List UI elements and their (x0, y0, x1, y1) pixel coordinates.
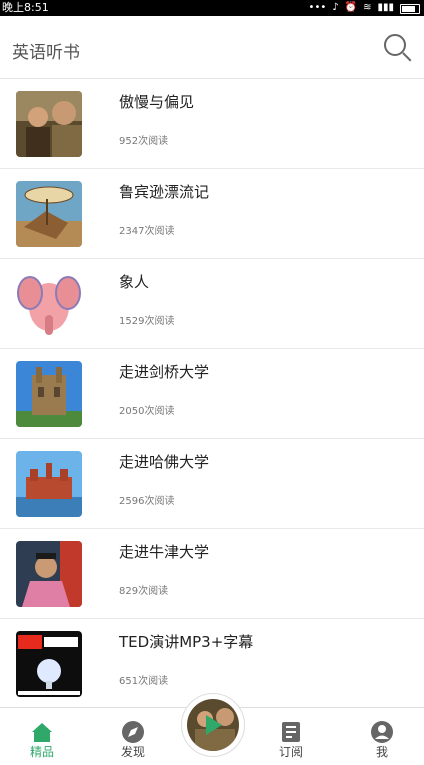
book-thumbnail (16, 361, 82, 427)
battery-icon (400, 4, 420, 14)
tab-label: 发现 (120, 745, 145, 759)
book-title: 走进牛津大学 (119, 543, 210, 561)
book-thumbnail (16, 91, 82, 157)
status-bar: 晚上8:51 ••• ♪ ⏰ ≋ ▮▮▮ (0, 0, 424, 16)
user-icon (371, 721, 393, 743)
subscribe-icon (282, 722, 300, 742)
signal-icon: ▮▮▮ (377, 2, 394, 13)
app-header: 英语听书 (0, 16, 424, 79)
list-item[interactable]: 走进哈佛大学 2596次阅读 (0, 439, 424, 529)
read-count: 2347次阅读 (119, 226, 175, 237)
list-item[interactable]: 走进牛津大学 829次阅读 (0, 529, 424, 619)
book-title: 走进剑桥大学 (119, 363, 210, 381)
status-icons: ••• ♪ ⏰ ≋ ▮▮▮ (309, 0, 420, 16)
more-dots-icon: ••• (308, 2, 327, 13)
book-thumbnail (16, 271, 82, 337)
list-item[interactable]: 象人 1529次阅读 (0, 259, 424, 349)
wifi-icon: ≋ (363, 2, 372, 13)
status-time: 晚上8:51 (2, 1, 49, 14)
list-item[interactable]: 走进剑桥大学 2050次阅读 (0, 349, 424, 439)
play-icon (206, 715, 222, 735)
book-thumbnail (16, 631, 82, 697)
book-list: 傲慢与偏见 952次阅读 鲁宾逊漂流记 2347次阅读 象人 1529次阅读 走… (0, 79, 424, 708)
read-count: 1529次阅读 (119, 316, 175, 327)
book-title: 鲁宾逊漂流记 (119, 183, 210, 201)
tab-label: 订阅 (278, 745, 303, 759)
book-title: TED演讲MP3+字幕 (119, 633, 254, 651)
tab-subscribe[interactable]: 订阅 (249, 708, 333, 765)
mute-icon: ♪ (332, 2, 339, 13)
read-count: 829次阅读 (119, 586, 169, 597)
tab-label: 精品 (29, 745, 54, 759)
book-thumbnail (16, 181, 82, 247)
book-title: 傲慢与偏见 (119, 93, 195, 111)
read-count: 952次阅读 (119, 136, 169, 147)
now-playing-button[interactable] (181, 693, 245, 757)
compass-icon (122, 721, 144, 743)
book-title: 走进哈佛大学 (119, 453, 210, 471)
search-icon[interactable] (384, 34, 412, 62)
book-title: 象人 (119, 273, 150, 291)
read-count: 2050次阅读 (119, 406, 175, 417)
tab-featured[interactable]: 精品 (0, 708, 84, 765)
alarm-icon: ⏰ (344, 2, 358, 13)
tab-label: 我 (375, 745, 388, 759)
tab-me[interactable]: 我 (340, 708, 424, 765)
list-item[interactable]: 鲁宾逊漂流记 2347次阅读 (0, 169, 424, 259)
book-thumbnail (16, 451, 82, 517)
book-thumbnail (16, 541, 82, 607)
read-count: 2596次阅读 (119, 496, 175, 507)
read-count: 651次阅读 (119, 676, 169, 687)
tab-discover[interactable]: 发现 (91, 708, 175, 765)
list-item[interactable]: 傲慢与偏见 952次阅读 (0, 79, 424, 169)
home-icon (32, 723, 52, 742)
page-title: 英语听书 (12, 43, 80, 63)
